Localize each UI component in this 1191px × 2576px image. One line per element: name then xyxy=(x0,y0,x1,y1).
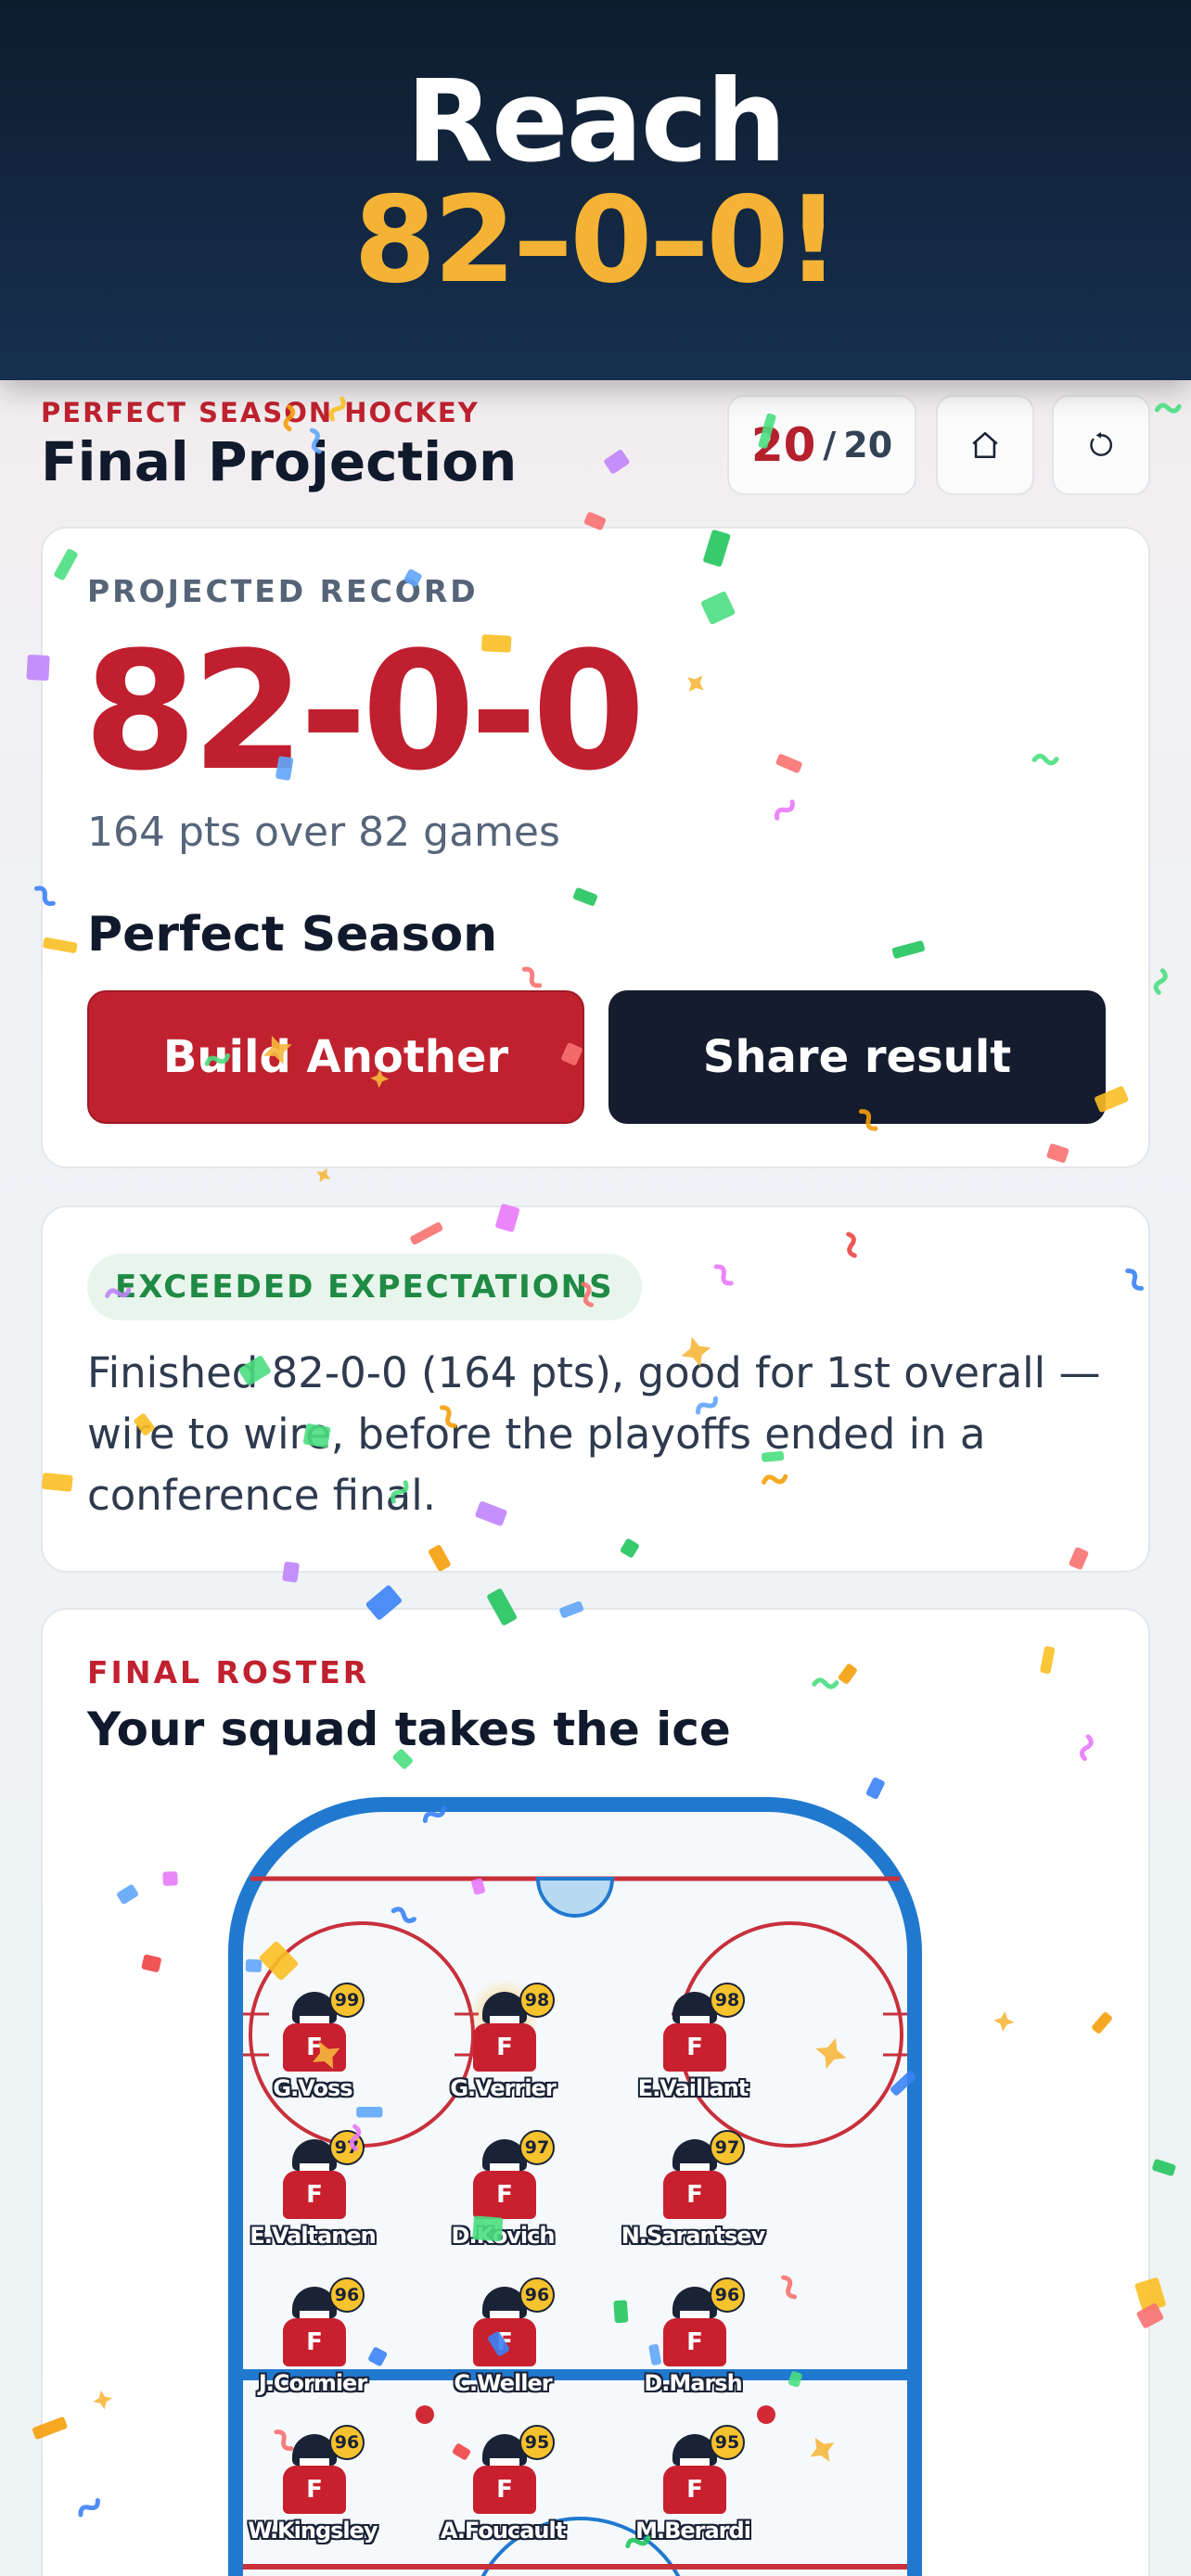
player-rating: 98 xyxy=(519,1983,555,2018)
player-position: F xyxy=(283,2318,346,2366)
player-rating: 96 xyxy=(329,2425,365,2460)
player-marker[interactable]: F 95 M.Berardi xyxy=(600,2425,786,2564)
player-name: D.Marsh xyxy=(644,2370,742,2396)
player-position: F xyxy=(663,2318,726,2366)
player-position: F xyxy=(663,2171,726,2219)
progress-current: 20 xyxy=(750,418,816,472)
roster-label: FINAL ROSTER xyxy=(87,1654,370,1690)
player-rating: 96 xyxy=(519,2277,555,2313)
summary-text: Finished 82-0-0 (164 pts), good for 1st … xyxy=(87,1348,1101,1520)
player-marker[interactable]: F 97 N.Sarantsev xyxy=(600,2130,786,2269)
player-rating: 97 xyxy=(329,2130,365,2165)
player-position: F xyxy=(473,2023,536,2072)
player-rating: 96 xyxy=(710,2277,745,2313)
player-name: M.Berardi xyxy=(635,2518,751,2544)
restart-button[interactable] xyxy=(1052,395,1150,495)
player-marker[interactable]: F 95 A.Foucault xyxy=(410,2425,596,2564)
player-rating: 96 xyxy=(329,2277,365,2313)
player-marker[interactable]: F 98 G.Verrier xyxy=(410,1977,596,2122)
season-verdict: Perfect Season xyxy=(87,907,498,963)
player-name: A.Foucault xyxy=(440,2518,566,2544)
brand-label: PERFECT SEASON HOCKEY xyxy=(41,397,480,428)
player-name: W.Kingsley xyxy=(248,2518,378,2544)
player-name: N.Sarantsev xyxy=(621,2223,765,2249)
projection-card: PROJECTED RECORD 82-0-0 164 pts over 82 … xyxy=(41,527,1150,1168)
player-name: C.Weller xyxy=(454,2370,552,2396)
player-marker[interactable]: F 96 D.Marsh xyxy=(600,2277,786,2417)
player-name: G.Voss xyxy=(273,2075,352,2101)
roster-title: Your squad takes the ice xyxy=(87,1702,731,1756)
player-position: F xyxy=(663,2023,726,2072)
player-marker[interactable]: F 96 C.Weller xyxy=(410,2277,596,2417)
player-position: F xyxy=(473,2318,536,2366)
progress-counter: 20 / 20 xyxy=(727,395,916,495)
home-button[interactable] xyxy=(936,395,1034,495)
player-marker[interactable]: F 98 E.Vaillant xyxy=(600,1983,786,2122)
player-marker[interactable]: F 97 D.Kovich xyxy=(410,2130,596,2269)
build-another-button[interactable]: Build Another xyxy=(87,990,584,1124)
player-rating: 95 xyxy=(519,2425,555,2460)
player-rating: 99 xyxy=(329,1983,365,2018)
status-badge: EXCEEDED EXPECTATIONS xyxy=(87,1254,642,1320)
player-name: J.Cormier xyxy=(258,2370,367,2396)
progress-total: 20 xyxy=(843,425,893,465)
player-rating: 97 xyxy=(519,2130,555,2165)
player-position: F xyxy=(473,2171,536,2219)
hero-record: 82–0–0! xyxy=(353,172,840,310)
page-title: Final Projection xyxy=(41,430,518,493)
player-position: F xyxy=(283,2171,346,2219)
player-position: F xyxy=(283,2466,346,2514)
progress-separator: / xyxy=(823,425,837,465)
player-rating: 97 xyxy=(710,2130,745,2165)
home-icon xyxy=(972,431,998,459)
player-rating: 95 xyxy=(710,2425,745,2460)
player-rating: 98 xyxy=(710,1983,745,2018)
player-marker[interactable]: F 96 W.Kingsley xyxy=(220,2425,405,2564)
player-marker[interactable]: F 97 E.Valtanen xyxy=(220,2130,405,2269)
player-name: D.Kovich xyxy=(451,2223,556,2249)
player-marker[interactable]: F 99 G.Voss xyxy=(220,1983,405,2122)
hero-title: Reach xyxy=(405,56,787,187)
player-marker[interactable]: F 96 J.Cormier xyxy=(220,2277,405,2417)
player-position: F xyxy=(663,2466,726,2514)
player-name: E.Valtanen xyxy=(250,2223,376,2249)
points-summary: 164 pts over 82 games xyxy=(87,809,560,856)
restart-icon xyxy=(1090,432,1112,456)
player-position: F xyxy=(283,2023,346,2072)
player-position: F xyxy=(473,2466,536,2514)
projected-record-value: 82-0-0 xyxy=(83,617,646,807)
summary-card: EXCEEDED EXPECTATIONS Finished 82-0-0 (1… xyxy=(41,1205,1150,1573)
hero-banner: Reach 82–0–0! xyxy=(0,0,1191,380)
projected-record-label: PROJECTED RECORD xyxy=(87,573,479,609)
player-name: E.Vaillant xyxy=(637,2075,749,2101)
share-result-button[interactable]: Share result xyxy=(608,990,1106,1124)
player-name: G.Verrier xyxy=(450,2075,556,2101)
